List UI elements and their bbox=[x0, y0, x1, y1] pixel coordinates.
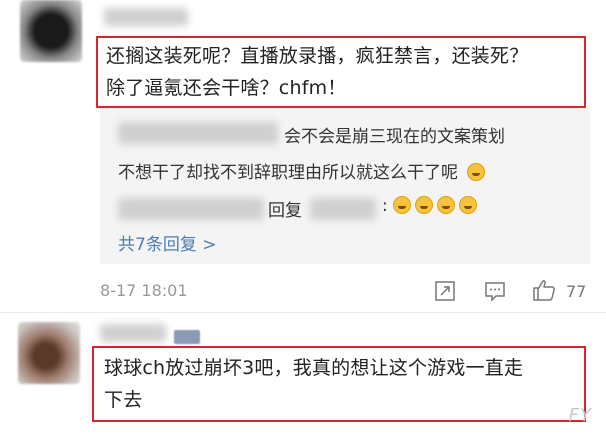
user-badge bbox=[174, 330, 200, 344]
comment-icon[interactable] bbox=[484, 280, 506, 302]
highlighted-comment: 球球ch放过崩坏3吧，我真的想让这个游戏一直走 下去 bbox=[92, 346, 586, 422]
highlighted-comment: 还搁这装死呢？直播放录播，疯狂禁言，还装死？ 除了逼氪还会干啥？chfm！ bbox=[96, 36, 586, 108]
commenter-avatar[interactable] bbox=[18, 322, 80, 384]
grinning-emoji-icon bbox=[467, 163, 486, 181]
comment-text-line1: 球球ch放过崩坏3吧，我真的想让这个游戏一直走 bbox=[104, 357, 524, 379]
commenter-name-blurred[interactable] bbox=[100, 324, 166, 342]
comment-timestamp: 8-17 18:01 bbox=[100, 281, 188, 300]
more-replies-link[interactable]: 共7条回复 > bbox=[118, 230, 216, 255]
commenter-avatar[interactable] bbox=[20, 0, 82, 62]
comment-text-line2: 下去 bbox=[104, 389, 143, 411]
reply-text-line1: 会不会是崩三现在的文案策划 bbox=[284, 127, 505, 147]
share-icon[interactable] bbox=[434, 280, 456, 302]
comment-text-line1: 还搁这装死呢？直播放录播，疯狂禁言，还装死？ bbox=[106, 45, 529, 67]
reply-user-blurred[interactable] bbox=[118, 198, 264, 220]
watermark-logo: FY bbox=[568, 405, 592, 426]
commenter-name-blurred[interactable] bbox=[104, 8, 188, 26]
thumb-up-icon[interactable] bbox=[532, 278, 556, 302]
laughing-crying-emoji-icon bbox=[437, 196, 456, 214]
reply-author-blurred[interactable] bbox=[118, 122, 278, 144]
divider bbox=[0, 312, 606, 313]
reply-panel[interactable]: 会不会是崩三现在的文案策划 不想干了却找不到辞职理由所以就这么干了呢 回复 : … bbox=[100, 108, 590, 264]
reply-colon: : bbox=[382, 196, 388, 216]
laughing-crying-emoji-icon bbox=[415, 196, 434, 214]
reply-word: 回复 bbox=[268, 201, 302, 221]
laughing-crying-emoji-icon bbox=[393, 196, 412, 214]
like-count: 77 bbox=[566, 282, 587, 301]
laughing-crying-emoji-icon bbox=[459, 196, 478, 214]
comment-text-line2: 除了逼氪还会干啥？chfm！ bbox=[106, 77, 347, 99]
replied-user-blurred[interactable] bbox=[310, 198, 376, 220]
reply-text-line2: 不想干了却找不到辞职理由所以就这么干了呢 bbox=[118, 163, 458, 183]
